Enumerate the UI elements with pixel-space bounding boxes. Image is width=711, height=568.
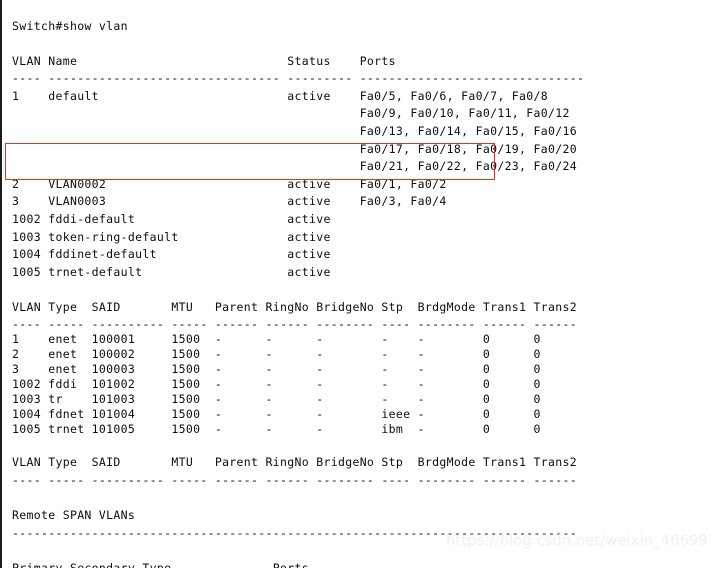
type-row: 1 enet 100001 1500 - - - - - 0 0 [12,331,541,346]
command-line: Switch#show vlan [12,18,128,33]
type-table2-separator: ---- ----- ---------- ----- ------ -----… [12,472,577,487]
vlan-row-continuation: Fa0/17, Fa0/18, Fa0/19, Fa0/20 [12,141,577,156]
vlan-row: 1003 token-ring-default active [12,229,331,244]
type-row: 1005 trnet 101005 1500 - - - ibm - 0 0 [12,421,541,436]
vlan-row: 1 default active Fa0/5, Fa0/6, Fa0/7, Fa… [12,88,549,103]
vlan-row: 1005 trnet-default active [12,264,331,279]
remote-span-separator: ----------------------------------------… [12,525,577,540]
vlan-row-highlighted: 3 VLAN0003 active Fa0/3, Fa0/4 [12,194,447,209]
type-row: 1002 fddi 101002 1500 - - - - - 0 0 [12,376,541,391]
type-table-separator: ---- ----- ---------- ----- ------ -----… [12,316,577,331]
vlan-table-separator: ---- -------------------------------- --… [12,71,585,86]
type-table-header: VLAN Type SAID MTU Parent RingNo BridgeN… [12,300,577,314]
vlan-row-continuation: Fa0/21, Fa0/22, Fa0/23, Fa0/24 [12,159,577,174]
type-row: 1003 tr 101003 1500 - - - - - 0 0 [12,391,541,406]
type-row: 2 enet 100002 1500 - - - - - 0 0 [12,346,541,361]
vlan-row: 1002 fddi-default active [12,212,331,227]
terminal-output: Switch#show vlan VLAN Name Status Ports --… [2,12,711,568]
vlan-row-highlighted: 2 VLAN0002 active Fa0/1, Fa0/2 [12,176,447,191]
type-table2-header: VLAN Type SAID MTU Parent RingNo BridgeN… [12,455,577,470]
vlan-row-continuation: Fa0/13, Fa0/14, Fa0/15, Fa0/16 [12,124,577,139]
remote-span-title: Remote SPAN VLANs [12,507,136,522]
type-row: 1004 fdnet 101004 1500 - - - ieee - 0 0 [12,406,541,421]
vlan-row-continuation: Fa0/9, Fa0/10, Fa0/11, Fa0/12 [12,106,570,121]
type-row: 3 enet 100003 1500 - - - - - 0 0 [12,361,541,376]
vlan-table-header: VLAN Name Status Ports [12,53,396,68]
terminal-screen: Switch#show vlan VLAN Name Status Ports --… [0,0,711,568]
private-vlan-header: Primary Secondary Type Ports [12,560,309,568]
vlan-row: 1004 fddinet-default active [12,247,331,262]
